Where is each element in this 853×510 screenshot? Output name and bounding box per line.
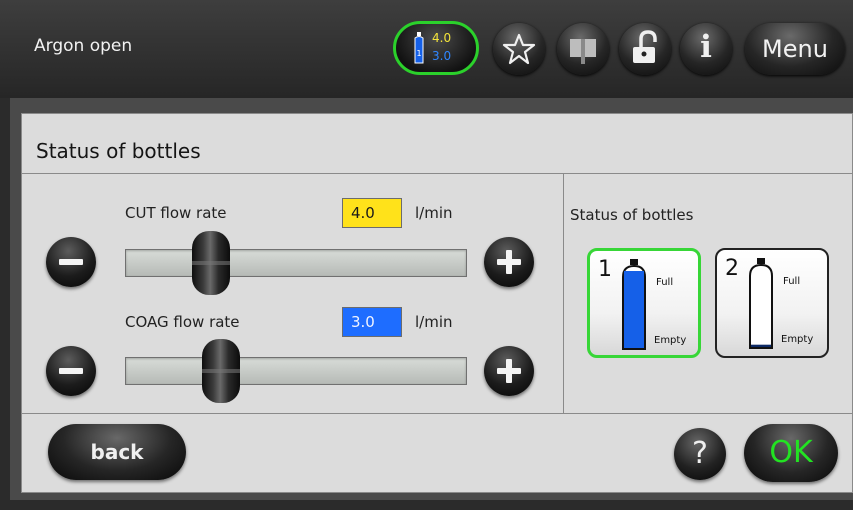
minus-icon — [59, 259, 83, 265]
settings-panel: Status of bottles CUT flow rate 4.0 l/mi… — [21, 113, 853, 493]
divider — [22, 173, 853, 174]
cut-flow-unit: l/min — [415, 204, 453, 222]
cut-flow-label: CUT flow rate — [125, 204, 227, 222]
favorites-button[interactable] — [493, 23, 545, 75]
menu-button[interactable]: Menu — [745, 23, 845, 75]
unlock-icon — [633, 30, 657, 63]
plus-icon — [497, 359, 521, 383]
plus-icon — [497, 250, 521, 274]
coag-slider-thumb[interactable] — [201, 339, 240, 403]
divider — [22, 413, 853, 414]
back-button[interactable]: back — [48, 424, 186, 480]
bottle-status-title: Status of bottles — [570, 206, 694, 224]
bottle-2-card[interactable]: 2 Full Empty — [715, 248, 829, 358]
empty-label: Empty — [781, 334, 814, 345]
bottle-number: 1 — [598, 257, 612, 282]
coag-flow-label: COAG flow rate — [125, 313, 240, 331]
cut-flow-value: 4.0 — [342, 198, 402, 228]
star-icon — [502, 33, 536, 65]
top-bar: Argon open 1 4.0 3.0 i Menu — [0, 0, 853, 98]
info-icon: i — [700, 29, 712, 65]
cut-flow-slider[interactable] — [125, 249, 467, 277]
bottle-number: 2 — [725, 256, 739, 281]
full-label: Full — [656, 277, 674, 288]
manual-button[interactable] — [557, 23, 609, 75]
badge-cut-value: 4.0 — [432, 31, 452, 45]
badge-coag-value: 3.0 — [432, 49, 452, 63]
bottle-icon: 1 — [414, 32, 424, 64]
coag-increase-button[interactable] — [484, 346, 534, 396]
cut-slider-thumb[interactable] — [191, 231, 230, 295]
help-button[interactable]: ? — [674, 428, 726, 480]
cut-decrease-button[interactable] — [46, 237, 96, 287]
empty-label: Empty — [654, 335, 687, 346]
minus-icon — [59, 368, 83, 374]
lock-button[interactable] — [619, 23, 671, 75]
flow-rate-badge[interactable]: 1 4.0 3.0 — [393, 21, 479, 75]
full-label: Full — [783, 276, 801, 287]
panel-title: Status of bottles — [36, 139, 201, 163]
gas-bottle-icon — [749, 258, 773, 349]
mode-title: Argon open — [34, 36, 133, 56]
gas-bottle-icon — [622, 259, 646, 350]
cut-increase-button[interactable] — [484, 237, 534, 287]
coag-decrease-button[interactable] — [46, 346, 96, 396]
info-button[interactable]: i — [680, 23, 732, 75]
coag-flow-slider[interactable] — [125, 357, 467, 385]
book-icon — [570, 39, 596, 64]
coag-flow-value: 3.0 — [342, 307, 402, 337]
badge-bottle-number: 1 — [416, 49, 421, 58]
ok-button[interactable]: OK — [744, 424, 838, 482]
coag-flow-unit: l/min — [415, 313, 453, 331]
bottle-1-card[interactable]: 1 Full Empty — [587, 248, 701, 358]
divider — [563, 173, 564, 413]
